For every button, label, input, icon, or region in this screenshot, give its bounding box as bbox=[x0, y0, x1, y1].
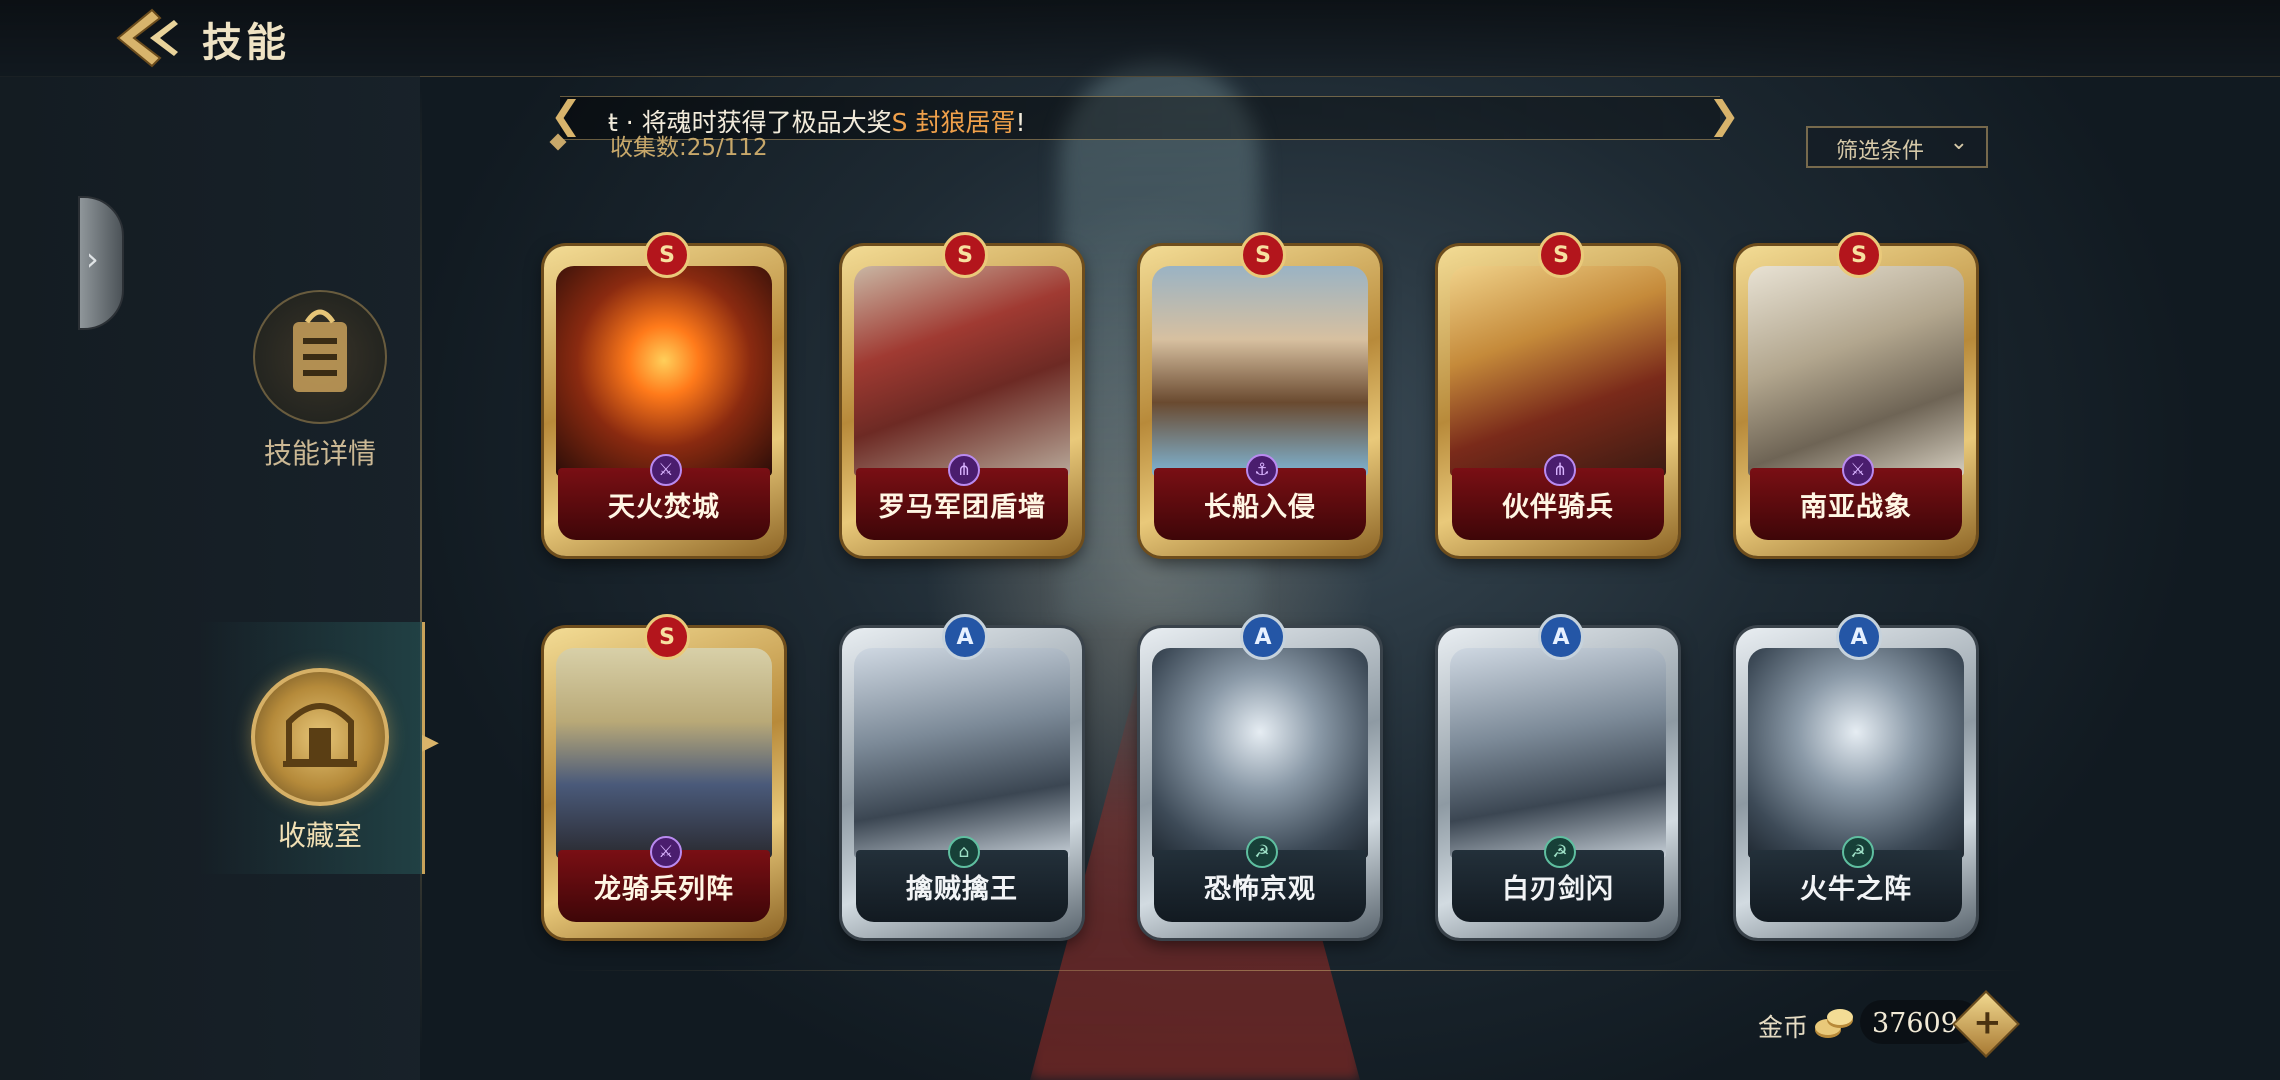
chevron-right-icon: › bbox=[86, 240, 99, 278]
tier-badge: S bbox=[1538, 232, 1584, 278]
skill-type-icon: ☭ bbox=[1842, 836, 1874, 868]
skill-card[interactable]: 龙骑兵列阵 S ⚔ bbox=[544, 614, 784, 938]
sidebar-item-collection-room[interactable]: 收藏室 bbox=[230, 668, 410, 854]
active-indicator-arrow: ▶ bbox=[422, 730, 439, 755]
tier-badge: A bbox=[942, 614, 988, 660]
currency-label: 金币 bbox=[1758, 1013, 1809, 1042]
skill-card[interactable]: 长船入侵 S ⚓ bbox=[1140, 232, 1380, 556]
skill-type-icon: ⚔ bbox=[650, 454, 682, 486]
tier-badge: A bbox=[1538, 614, 1584, 660]
skill-type-icon: ☭ bbox=[1544, 836, 1576, 868]
page-title: 技能 bbox=[202, 20, 290, 66]
sidebar-divider bbox=[420, 90, 422, 1050]
tier-badge: S bbox=[644, 614, 690, 660]
ticker-next-icon[interactable]: ❯ bbox=[1708, 93, 1740, 137]
ticker-text-suffix: ! bbox=[1015, 108, 1026, 137]
skill-detail-icon bbox=[253, 290, 387, 424]
gold-coins-icon bbox=[1815, 1009, 1853, 1038]
chevron-down-icon: ⌄ bbox=[1949, 130, 1968, 155]
tier-badge: S bbox=[644, 232, 690, 278]
skill-card[interactable]: 罗马军团盾墙 S ⋔ bbox=[842, 232, 1082, 556]
skill-type-icon: ⋔ bbox=[948, 454, 980, 486]
skill-card[interactable]: 伙伴骑兵 S ⋔ bbox=[1438, 232, 1678, 556]
skill-card[interactable]: 南亚战象 S ⚔ bbox=[1736, 232, 1976, 556]
skill-type-icon: ⚓ bbox=[1246, 454, 1278, 486]
ticker-prev-icon[interactable]: ❮ bbox=[550, 93, 582, 137]
card-art-companion-cavalry bbox=[1450, 266, 1666, 476]
skill-card[interactable]: 白刃剑闪 A ☭ bbox=[1438, 614, 1678, 938]
card-art-chariot bbox=[1450, 648, 1666, 858]
filter-dropdown[interactable]: 筛选条件 ⌄ bbox=[1806, 126, 1988, 168]
card-art-crossed-axes bbox=[1748, 648, 1964, 858]
tier-badge: A bbox=[1240, 614, 1286, 660]
skill-type-icon: ☭ bbox=[1246, 836, 1278, 868]
sidebar bbox=[0, 76, 420, 1080]
bottom-divider bbox=[560, 970, 2026, 971]
tier-badge: S bbox=[942, 232, 988, 278]
plus-icon: + bbox=[1973, 1002, 2002, 1043]
sidebar-collapse-tab[interactable]: › bbox=[78, 196, 124, 330]
ticker-highlight: S 封狼居胥 bbox=[891, 108, 1016, 137]
sidebar-item-skill-detail[interactable]: 技能详情 bbox=[230, 290, 410, 472]
card-art-crossed-axes bbox=[1152, 648, 1368, 858]
card-art-roman-legion bbox=[854, 266, 1070, 476]
currency-value: 37609 bbox=[1872, 1008, 1958, 1039]
skill-type-icon: ⚔ bbox=[650, 836, 682, 868]
skill-type-icon: ⚔ bbox=[1842, 454, 1874, 486]
collection-count: 收集数:25/112 bbox=[610, 135, 768, 161]
card-art-dragoon bbox=[556, 648, 772, 858]
skill-type-icon: ⌂ bbox=[948, 836, 980, 868]
card-art-war-elephant bbox=[1748, 266, 1964, 476]
skill-card[interactable]: 火牛之阵 A ☭ bbox=[1736, 614, 1976, 938]
tier-badge: A bbox=[1836, 614, 1882, 660]
filter-label: 筛选条件 bbox=[1836, 139, 1925, 164]
back-arrow-icon bbox=[116, 8, 178, 68]
sidebar-item-label: 收藏室 bbox=[277, 819, 362, 852]
skill-type-icon: ⋔ bbox=[1544, 454, 1576, 486]
skill-card[interactable]: 擒贼擒王 A ⌂ bbox=[842, 614, 1082, 938]
skill-card[interactable]: 天火焚城 S ⚔ bbox=[544, 232, 784, 556]
card-art-chariot bbox=[854, 648, 1070, 858]
skill-card[interactable]: 恐怖京观 A ☭ bbox=[1140, 614, 1380, 938]
tier-badge: S bbox=[1836, 232, 1882, 278]
collection-room-icon bbox=[251, 668, 389, 806]
header-bar: 技能 bbox=[0, 0, 2280, 77]
tier-badge: S bbox=[1240, 232, 1286, 278]
sidebar-item-label: 技能详情 bbox=[263, 437, 376, 470]
card-art-fire-city bbox=[556, 266, 772, 476]
back-button[interactable] bbox=[112, 6, 186, 70]
card-art-longship bbox=[1152, 266, 1368, 476]
